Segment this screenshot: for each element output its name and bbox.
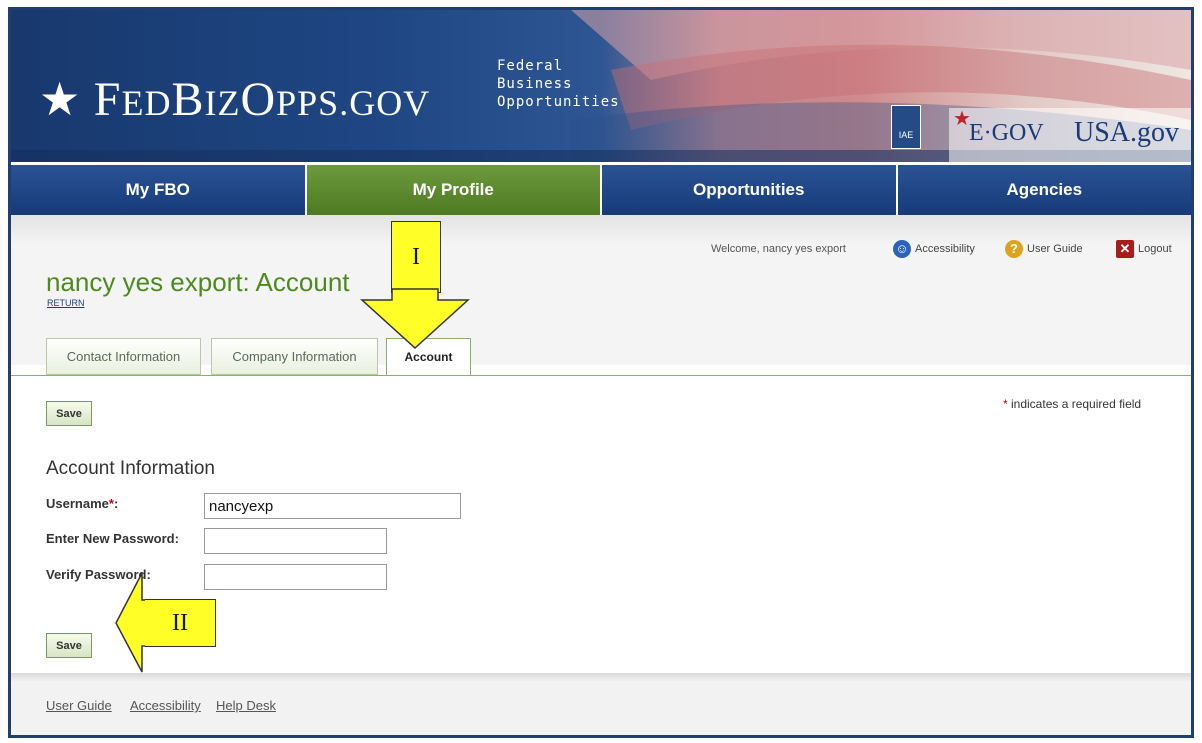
close-x-icon[interactable]: ✕: [1116, 240, 1134, 258]
footer-divider: [11, 673, 1191, 681]
save-button-top[interactable]: Save: [46, 401, 92, 426]
save-button-bottom[interactable]: Save: [46, 633, 92, 658]
return-link[interactable]: RETURN: [47, 298, 85, 308]
tab-divider: [11, 375, 1191, 376]
banner-tagline: Federal Business Opportunities: [497, 57, 620, 111]
welcome-text: Welcome, nancy yes export: [711, 243, 846, 255]
main-nav: My FBO My Profile Opportunities Agencies: [11, 165, 1191, 215]
logo-star-icon: ★: [39, 74, 82, 125]
username-label: Username*:: [46, 496, 118, 511]
required-field-note: * indicates a required field: [1003, 397, 1141, 411]
user-guide-link[interactable]: User Guide: [1027, 243, 1083, 255]
question-icon[interactable]: ?: [1005, 240, 1023, 258]
footer: User Guide Accessibility Help Desk: [11, 681, 1191, 735]
accessibility-link[interactable]: Accessibility: [915, 243, 975, 255]
tagline-line-3: Opportunities: [497, 94, 620, 110]
tab-company-information[interactable]: Company Information: [211, 338, 378, 375]
nav-my-fbo[interactable]: My FBO: [11, 165, 305, 215]
username-label-text: Username: [46, 496, 109, 511]
nav-agencies[interactable]: Agencies: [897, 165, 1191, 215]
fedbizopps-logo[interactable]: ★ FEDBIZOPPS.GOV: [39, 72, 430, 127]
nav-opportunities[interactable]: Opportunities: [602, 165, 896, 215]
usagov-label: USA.gov: [1074, 117, 1180, 148]
site-banner: ★ FEDBIZOPPS.GOV Federal Business Opport…: [11, 10, 1191, 162]
verify-password-field[interactable]: [204, 564, 387, 590]
logout-link[interactable]: Logout: [1138, 243, 1172, 255]
accessibility-person-icon[interactable]: ☺: [893, 240, 911, 258]
footer-help-desk-link[interactable]: Help Desk: [216, 698, 276, 713]
egov-logo[interactable]: E·GOV: [969, 120, 1044, 147]
footer-accessibility-link[interactable]: Accessibility: [130, 698, 201, 713]
username-field[interactable]: [204, 493, 461, 519]
logo-wordmark: FEDBIZOPPS.GOV: [93, 73, 431, 126]
nav-my-profile[interactable]: My Profile: [306, 165, 600, 215]
callout-ii: II: [145, 599, 216, 647]
usagov-logo[interactable]: USA.gov: [1074, 117, 1179, 149]
down-arrow-icon: [360, 288, 470, 350]
footer-user-guide-link[interactable]: User Guide: [46, 698, 112, 713]
section-title: Account Information: [46, 458, 215, 479]
new-password-label: Enter New Password:: [46, 531, 179, 546]
tab-contact-information[interactable]: Contact Information: [46, 338, 201, 375]
callout-i: I: [391, 221, 441, 293]
page-title: nancy yes export: Account: [46, 267, 350, 297]
utility-bar: Welcome, nancy yes export ☺ Accessibilit…: [711, 240, 1181, 262]
tagline-line-1: Federal: [497, 58, 564, 74]
required-note-text: indicates a required field: [1007, 397, 1142, 411]
iae-logo[interactable]: IAE: [891, 105, 921, 149]
new-password-field[interactable]: [204, 528, 387, 554]
tagline-line-2: Business: [497, 76, 573, 92]
username-label-colon: :: [113, 496, 119, 511]
